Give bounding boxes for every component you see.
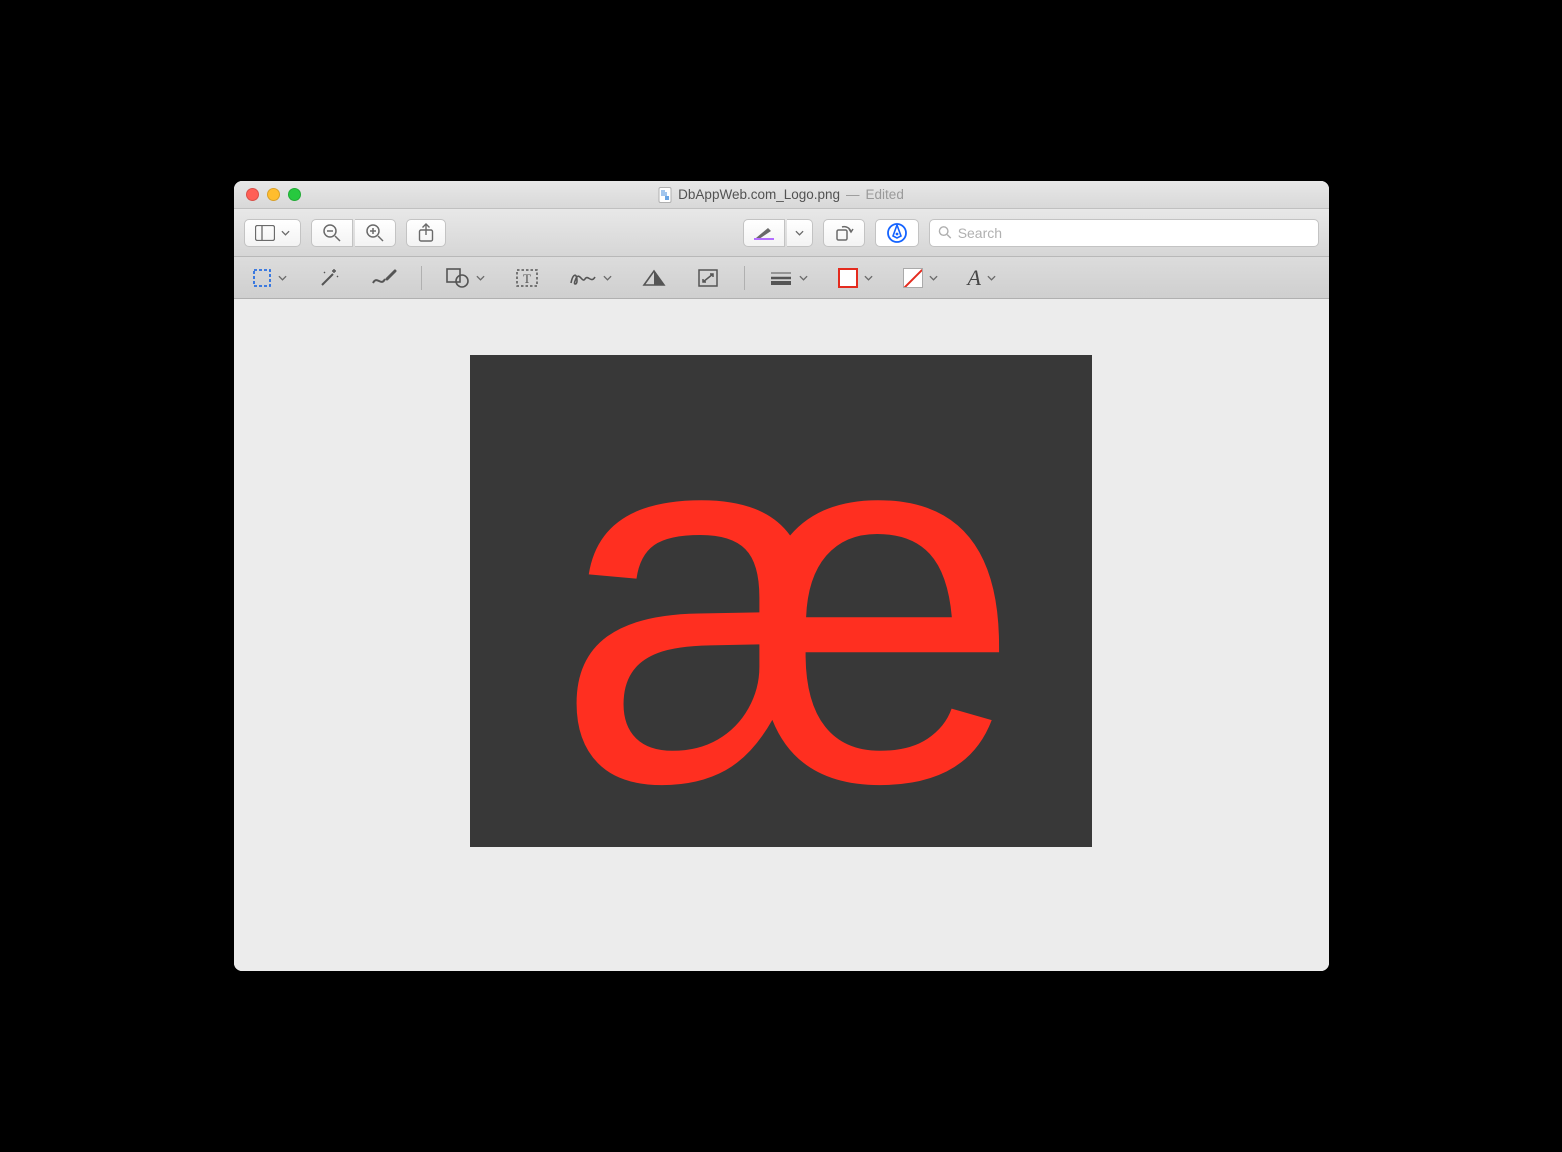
resize-icon bbox=[697, 268, 719, 288]
text-box-icon: T bbox=[516, 268, 538, 288]
logo-glyph: æ bbox=[560, 432, 1002, 770]
border-color-button[interactable] bbox=[830, 263, 881, 293]
title-separator: — bbox=[846, 187, 860, 202]
rotate-button[interactable] bbox=[823, 219, 865, 247]
separator bbox=[744, 266, 745, 290]
instant-alpha-button[interactable] bbox=[309, 263, 349, 293]
pen-tip-icon bbox=[886, 222, 908, 244]
main-toolbar bbox=[234, 209, 1329, 257]
file-icon bbox=[658, 187, 672, 203]
chevron-down-icon bbox=[929, 275, 938, 281]
window-title: DbAppWeb.com_Logo.png — Edited bbox=[234, 187, 1329, 203]
chevron-down-icon bbox=[281, 230, 290, 236]
svg-text:T: T bbox=[523, 271, 531, 286]
sidebar-toggle-button[interactable] bbox=[244, 219, 301, 247]
titlebar: DbAppWeb.com_Logo.png — Edited bbox=[234, 181, 1329, 209]
zoom-out-button[interactable] bbox=[311, 219, 353, 247]
adjust-icon bbox=[642, 269, 666, 287]
zoom-window-button[interactable] bbox=[288, 188, 301, 201]
zoom-in-button[interactable] bbox=[355, 219, 396, 247]
chevron-down-icon bbox=[799, 275, 808, 281]
text-tool-button[interactable]: T bbox=[507, 263, 547, 293]
annotate-button[interactable] bbox=[875, 219, 919, 247]
border-color-swatch bbox=[838, 268, 858, 288]
image-content[interactable]: æ bbox=[470, 355, 1092, 847]
markup-toolbar: T bbox=[234, 257, 1329, 299]
share-icon bbox=[418, 223, 434, 243]
minimize-window-button[interactable] bbox=[267, 188, 280, 201]
app-window: DbAppWeb.com_Logo.png — Edited bbox=[234, 181, 1329, 971]
filename: DbAppWeb.com_Logo.png bbox=[678, 187, 840, 202]
canvas[interactable]: æ bbox=[234, 299, 1329, 971]
fill-color-swatch bbox=[903, 268, 923, 288]
chevron-down-icon bbox=[987, 275, 996, 281]
close-window-button[interactable] bbox=[246, 188, 259, 201]
fill-color-button[interactable] bbox=[895, 263, 946, 293]
line-weight-icon bbox=[769, 270, 793, 286]
selection-icon bbox=[252, 268, 272, 288]
chevron-down-icon bbox=[864, 275, 873, 281]
search-icon bbox=[938, 225, 952, 240]
markup-button[interactable] bbox=[743, 219, 785, 247]
adjust-color-button[interactable] bbox=[634, 263, 674, 293]
chevron-down-icon bbox=[278, 275, 287, 281]
highlighter-icon bbox=[754, 226, 774, 240]
zoom-out-icon bbox=[322, 223, 342, 243]
signature-button[interactable] bbox=[561, 263, 620, 293]
sketch-tool-button[interactable] bbox=[363, 263, 405, 293]
zoom-group bbox=[311, 219, 396, 247]
markup-menu-button[interactable] bbox=[787, 219, 813, 247]
shapes-button[interactable] bbox=[438, 263, 493, 293]
adjust-size-button[interactable] bbox=[688, 263, 728, 293]
window-controls bbox=[234, 188, 301, 201]
search-field[interactable] bbox=[929, 219, 1319, 247]
selection-tool-button[interactable] bbox=[244, 263, 295, 293]
magic-wand-icon bbox=[318, 267, 340, 289]
markup-toggle-group bbox=[743, 219, 813, 247]
rotate-icon bbox=[834, 223, 854, 243]
shapes-icon bbox=[446, 268, 470, 288]
sketch-icon bbox=[371, 269, 397, 287]
chevron-down-icon bbox=[603, 275, 612, 281]
separator bbox=[421, 266, 422, 290]
share-button[interactable] bbox=[406, 219, 446, 247]
signature-icon bbox=[569, 269, 597, 287]
document-state: Edited bbox=[866, 187, 904, 202]
chevron-down-icon bbox=[476, 275, 485, 281]
line-style-button[interactable] bbox=[761, 263, 816, 293]
search-input[interactable] bbox=[958, 225, 1310, 241]
chevron-down-icon bbox=[795, 230, 804, 236]
text-style-glyph: A bbox=[968, 267, 981, 289]
text-style-button[interactable]: A bbox=[960, 263, 1004, 293]
sidebar-icon bbox=[255, 225, 275, 241]
zoom-in-icon bbox=[365, 223, 385, 243]
